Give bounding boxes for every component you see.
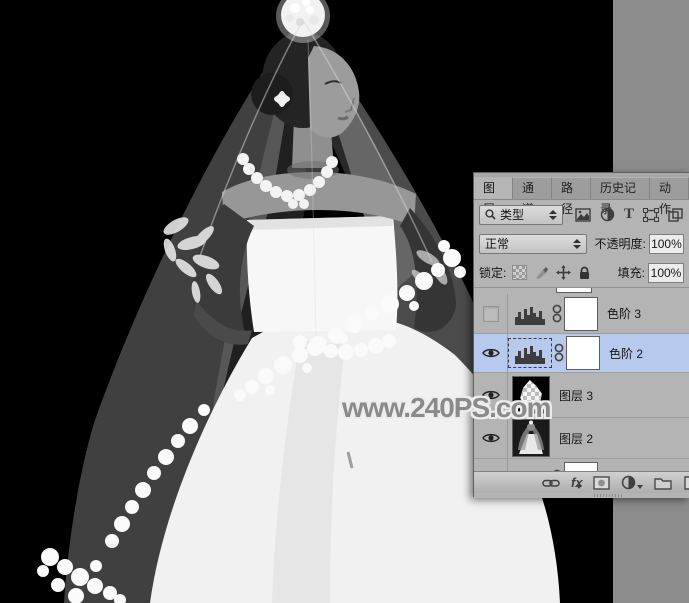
link-mask-icon[interactable] [552, 302, 562, 326]
layer-name[interactable]: 图层 3 [559, 387, 593, 404]
blend-mode-dropdown[interactable]: 正常 [479, 234, 587, 254]
lock-position-icon[interactable] [556, 265, 571, 280]
lock-label: 锁定: [479, 264, 506, 281]
dropdown-caret-icon [637, 485, 643, 489]
fill-value: 100% [651, 266, 682, 280]
photoshop-workspace: 图层 通道 路径 历史记录 动作 类型 [0, 0, 689, 603]
filter-type-label: 类型 [500, 206, 524, 223]
tab-history[interactable]: 历史记录 [591, 177, 650, 199]
visibility-toggle[interactable] [474, 294, 508, 333]
lock-row: 锁定: 填充: 100% [474, 258, 689, 287]
layer-row-levels2[interactable]: 色阶 2 [474, 334, 689, 373]
fill-field[interactable]: 100% [648, 263, 684, 283]
layer-row-levels3[interactable]: 色阶 3 [474, 294, 689, 334]
panel-tabbar: 图层 通道 路径 历史记录 动作 [474, 173, 689, 200]
layers-panel: 图层 通道 路径 历史记录 动作 类型 [473, 172, 689, 497]
tab-channels[interactable]: 通道 [513, 177, 552, 199]
pixel-filter-icon[interactable] [575, 208, 591, 222]
lock-all-icon[interactable] [578, 266, 591, 280]
filter-row: 类型 T [474, 200, 689, 229]
new-adjustment-icon[interactable] [621, 475, 636, 490]
layer-mask-thumbnail[interactable] [564, 297, 598, 331]
layer-name[interactable]: 图层 2 [559, 430, 593, 447]
layer-row-layer2[interactable]: 图层 2 [474, 418, 689, 459]
layer-mask-thumbnail[interactable] [566, 336, 600, 370]
filter-type-dropdown[interactable]: 类型 [479, 205, 563, 225]
eye-icon [482, 432, 500, 444]
visibility-toggle[interactable] [474, 418, 508, 458]
layer-list: 色阶 3 [474, 287, 689, 472]
tab-actions[interactable]: 动作 [650, 177, 689, 199]
link-mask-icon[interactable] [554, 341, 564, 365]
adjustment-filter-icon[interactable] [600, 207, 615, 222]
blend-mode-value: 正常 [485, 235, 509, 252]
levels-histogram-icon [513, 342, 547, 364]
levels-histogram-icon [513, 303, 547, 325]
dropdown-arrows-icon [549, 210, 557, 220]
layer-name[interactable]: 色阶 2 [609, 345, 643, 362]
visibility-toggle[interactable] [474, 334, 508, 372]
opacity-label: 不透明度: [595, 235, 646, 252]
eye-icon [482, 347, 500, 359]
levels-thumbnail[interactable] [510, 303, 550, 325]
smart-object-filter-icon[interactable] [668, 208, 683, 222]
add-mask-icon[interactable] [593, 476, 610, 490]
new-group-icon[interactable] [654, 476, 672, 490]
blend-row: 正常 不透明度: 100% [474, 229, 689, 258]
panel-toolbar: fx [474, 471, 689, 493]
layer-name[interactable]: 色阶 3 [607, 305, 641, 322]
new-layer-icon[interactable] [683, 476, 689, 490]
search-icon [485, 209, 496, 220]
levels-thumbnail-targeted[interactable] [508, 338, 552, 368]
opacity-value: 100% [651, 237, 682, 251]
tab-paths[interactable]: 路径 [552, 177, 591, 199]
dropdown-arrows-icon [573, 239, 581, 249]
resize-grip-icon [594, 494, 622, 497]
lock-pixels-icon[interactable] [534, 266, 549, 280]
fill-label: 填充: [618, 264, 645, 281]
opacity-field[interactable]: 100% [649, 234, 684, 254]
partial-layer-above [556, 288, 592, 293]
mini-bride-photo [513, 420, 549, 456]
panel-resize-strip[interactable] [474, 493, 689, 498]
dropdown-caret-icon [576, 485, 582, 489]
link-layers-icon[interactable] [542, 477, 560, 489]
visibility-off-box [483, 306, 499, 322]
shape-filter-icon[interactable] [643, 208, 659, 222]
type-filter-icon[interactable]: T [624, 207, 634, 222]
layer-thumbnail-photo[interactable] [512, 419, 550, 457]
watermark: www.240PS.com [342, 392, 551, 424]
tab-layers[interactable]: 图层 [474, 177, 513, 199]
lock-transparency-icon[interactable] [512, 265, 527, 280]
